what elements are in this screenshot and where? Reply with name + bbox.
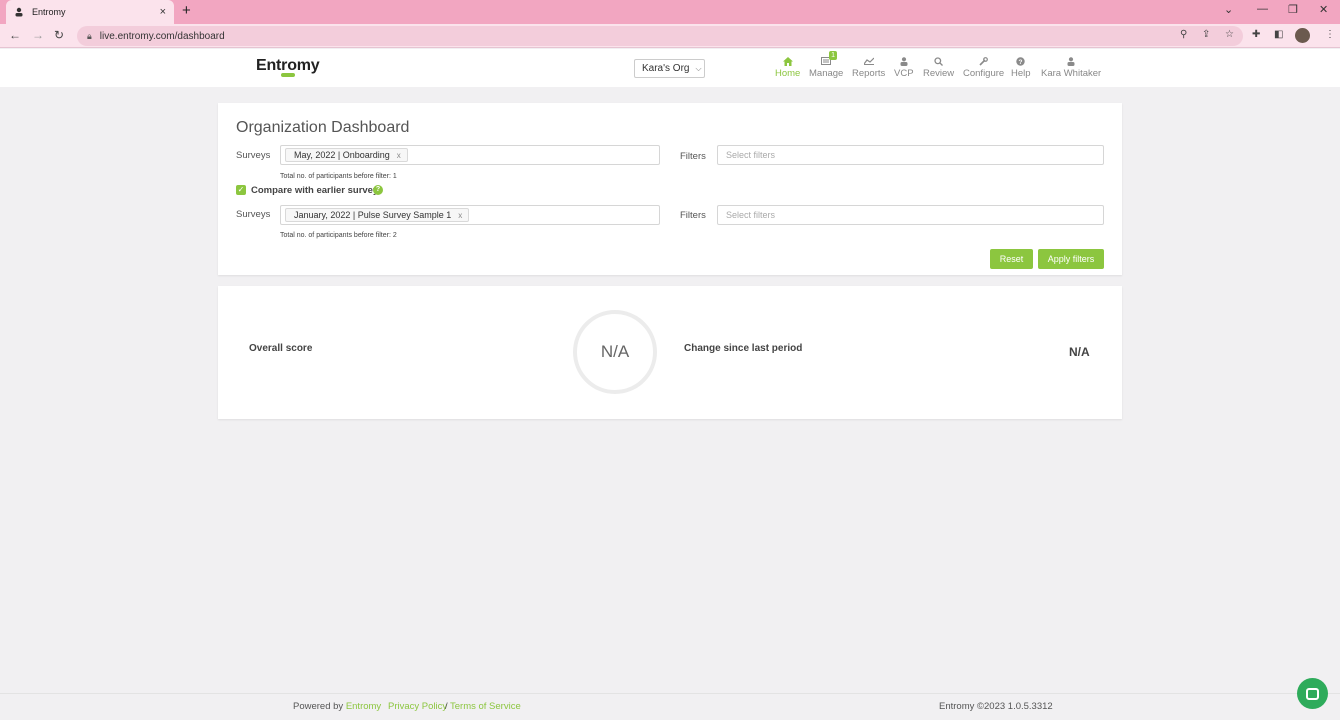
surveys-label: Surveys (236, 209, 271, 220)
question-icon: ? (1016, 54, 1025, 68)
nav-help-label: Help (1011, 68, 1031, 79)
overall-score-ring: N/A (573, 310, 657, 394)
manage-icon: 1 (821, 51, 838, 68)
manage-badge: 1 (829, 51, 838, 60)
home-icon (782, 54, 793, 68)
entromy-link[interactable]: Entromy (346, 701, 381, 712)
profile-avatar[interactable] (1295, 28, 1310, 43)
extensions-icon[interactable]: ✚ (1252, 29, 1260, 40)
terms-of-service-link[interactable]: Terms of Service (450, 701, 521, 712)
remove-chip-icon[interactable]: x (397, 151, 401, 160)
lock-icon: 🔒︎ (87, 30, 92, 41)
logo-accent (281, 73, 295, 77)
footer: Powered by Entromy Privacy Policy / Term… (0, 693, 1340, 720)
nav-user-menu[interactable]: Kara Whitaker (1041, 54, 1101, 79)
filters-select[interactable]: Select filters (717, 145, 1104, 165)
change-label: Change since last period (684, 343, 803, 354)
change-value: N/A (1069, 345, 1090, 359)
overall-score-label: Overall score (249, 343, 313, 354)
minimize-icon[interactable]: — (1257, 3, 1268, 15)
nav-reports[interactable]: Reports (852, 54, 885, 79)
survey-select[interactable]: May, 2022 | Onboarding x (280, 145, 660, 165)
filter-panel: Organization Dashboard Surveys May, 2022… (218, 103, 1122, 275)
restore-icon[interactable]: ❐ (1288, 3, 1298, 16)
nav-vcp[interactable]: VCP (894, 54, 914, 79)
powered-by-text: Powered by Entromy (293, 701, 381, 712)
bookmark-star-icon[interactable]: ☆ (1225, 29, 1234, 40)
browser-tab[interactable]: Entromy × (6, 0, 174, 24)
privacy-policy-link[interactable]: Privacy Policy (388, 701, 447, 712)
chevron-down-icon: ⌵ (695, 63, 702, 73)
participants-note: Total no. of participants before filter:… (280, 173, 397, 180)
reset-button[interactable]: Reset (990, 249, 1033, 269)
version-text: Entromy ©2023 1.0.5.3312 (939, 701, 1053, 712)
close-tab-icon[interactable]: × (160, 6, 166, 18)
user-icon (1067, 54, 1075, 68)
nav-vcp-label: VCP (894, 68, 914, 79)
filters-label: Filters (680, 210, 706, 221)
nav-review-label: Review (923, 68, 955, 79)
chat-icon (1306, 687, 1319, 700)
reload-icon[interactable]: ↻ (54, 28, 64, 42)
nav-reports-label: Reports (852, 68, 886, 79)
browser-tab-bar: Entromy × + ⌄ — ❐ ✕ (0, 0, 1340, 24)
remove-chip-icon[interactable]: x (458, 211, 462, 220)
score-panel: Overall score N/A Change since last peri… (218, 286, 1122, 419)
compare-survey-select[interactable]: January, 2022 | Pulse Survey Sample 1 x (280, 205, 660, 225)
help-icon[interactable]: ? (373, 185, 383, 195)
org-select[interactable]: Kara's Org ⌵ (634, 59, 705, 78)
nav-configure[interactable]: Configure (963, 54, 1004, 79)
org-select-value: Kara's Org (642, 63, 690, 74)
nav-home-label: Home (775, 68, 801, 79)
close-window-icon[interactable]: ✕ (1319, 3, 1328, 16)
nav-manage-label: Manage (809, 68, 844, 79)
survey-chip-label: May, 2022 | Onboarding (294, 150, 390, 160)
browser-toolbar: ← → ↻ 🔒︎ live.entromy.com/dashboard ⚲ ⇪ … (0, 24, 1340, 48)
survey-chip: May, 2022 | Onboarding x (285, 148, 408, 162)
nav-help[interactable]: ? Help (1011, 54, 1031, 79)
filters-label: Filters (680, 151, 706, 162)
compare-filters-select[interactable]: Select filters (717, 205, 1104, 225)
address-bar[interactable]: 🔒︎ live.entromy.com/dashboard (77, 26, 1243, 46)
url-text: live.entromy.com/dashboard (99, 30, 225, 42)
chart-icon (863, 54, 874, 68)
survey-chip-label: January, 2022 | Pulse Survey Sample 1 (294, 210, 452, 220)
filters-placeholder: Select filters (726, 210, 776, 220)
back-icon[interactable]: ← (9, 28, 21, 42)
chat-launcher-button[interactable] (1297, 678, 1328, 709)
nav-home[interactable]: Home (775, 54, 800, 79)
wrench-icon (979, 54, 988, 68)
powered-by-label: Powered by (293, 701, 344, 712)
compare-checkbox[interactable]: ✓ (236, 185, 246, 195)
overall-score-value: N/A (600, 342, 630, 361)
tab-title: Entromy (32, 7, 66, 17)
compare-label[interactable]: Compare with earlier survey (251, 185, 378, 196)
entromy-favicon-icon (14, 7, 24, 17)
nav-configure-label: Configure (963, 68, 1005, 79)
nav-review[interactable]: Review (923, 54, 954, 79)
apply-filters-button[interactable]: Apply filters (1038, 249, 1104, 269)
participants-note: Total no. of participants before filter:… (280, 232, 397, 239)
more-menu-icon[interactable]: ⋮ (1325, 29, 1335, 40)
surveys-label: Surveys (236, 150, 271, 161)
forward-icon[interactable]: → (32, 28, 44, 42)
page-title: Organization Dashboard (236, 119, 410, 136)
nav-manage[interactable]: 1 Manage (809, 51, 844, 79)
filters-placeholder: Select filters (726, 150, 776, 160)
tab-search-icon[interactable]: ⌄ (1224, 3, 1233, 16)
nav-user-label: Kara Whitaker (1041, 68, 1102, 79)
svg-text:?: ? (1019, 59, 1023, 66)
footer-separator: / (445, 701, 448, 712)
side-panel-icon[interactable]: ◧ (1274, 29, 1283, 40)
survey-chip: January, 2022 | Pulse Survey Sample 1 x (285, 208, 470, 222)
search-icon (934, 54, 944, 68)
new-tab-button[interactable]: + (182, 3, 191, 19)
share-icon[interactable]: ⇪ (1202, 29, 1210, 40)
app-header: Entromy Kara's Org ⌵ Home 1 Manage Repor… (0, 49, 1340, 87)
zoom-icon[interactable]: ⚲ (1180, 29, 1187, 40)
user-icon (900, 54, 908, 68)
